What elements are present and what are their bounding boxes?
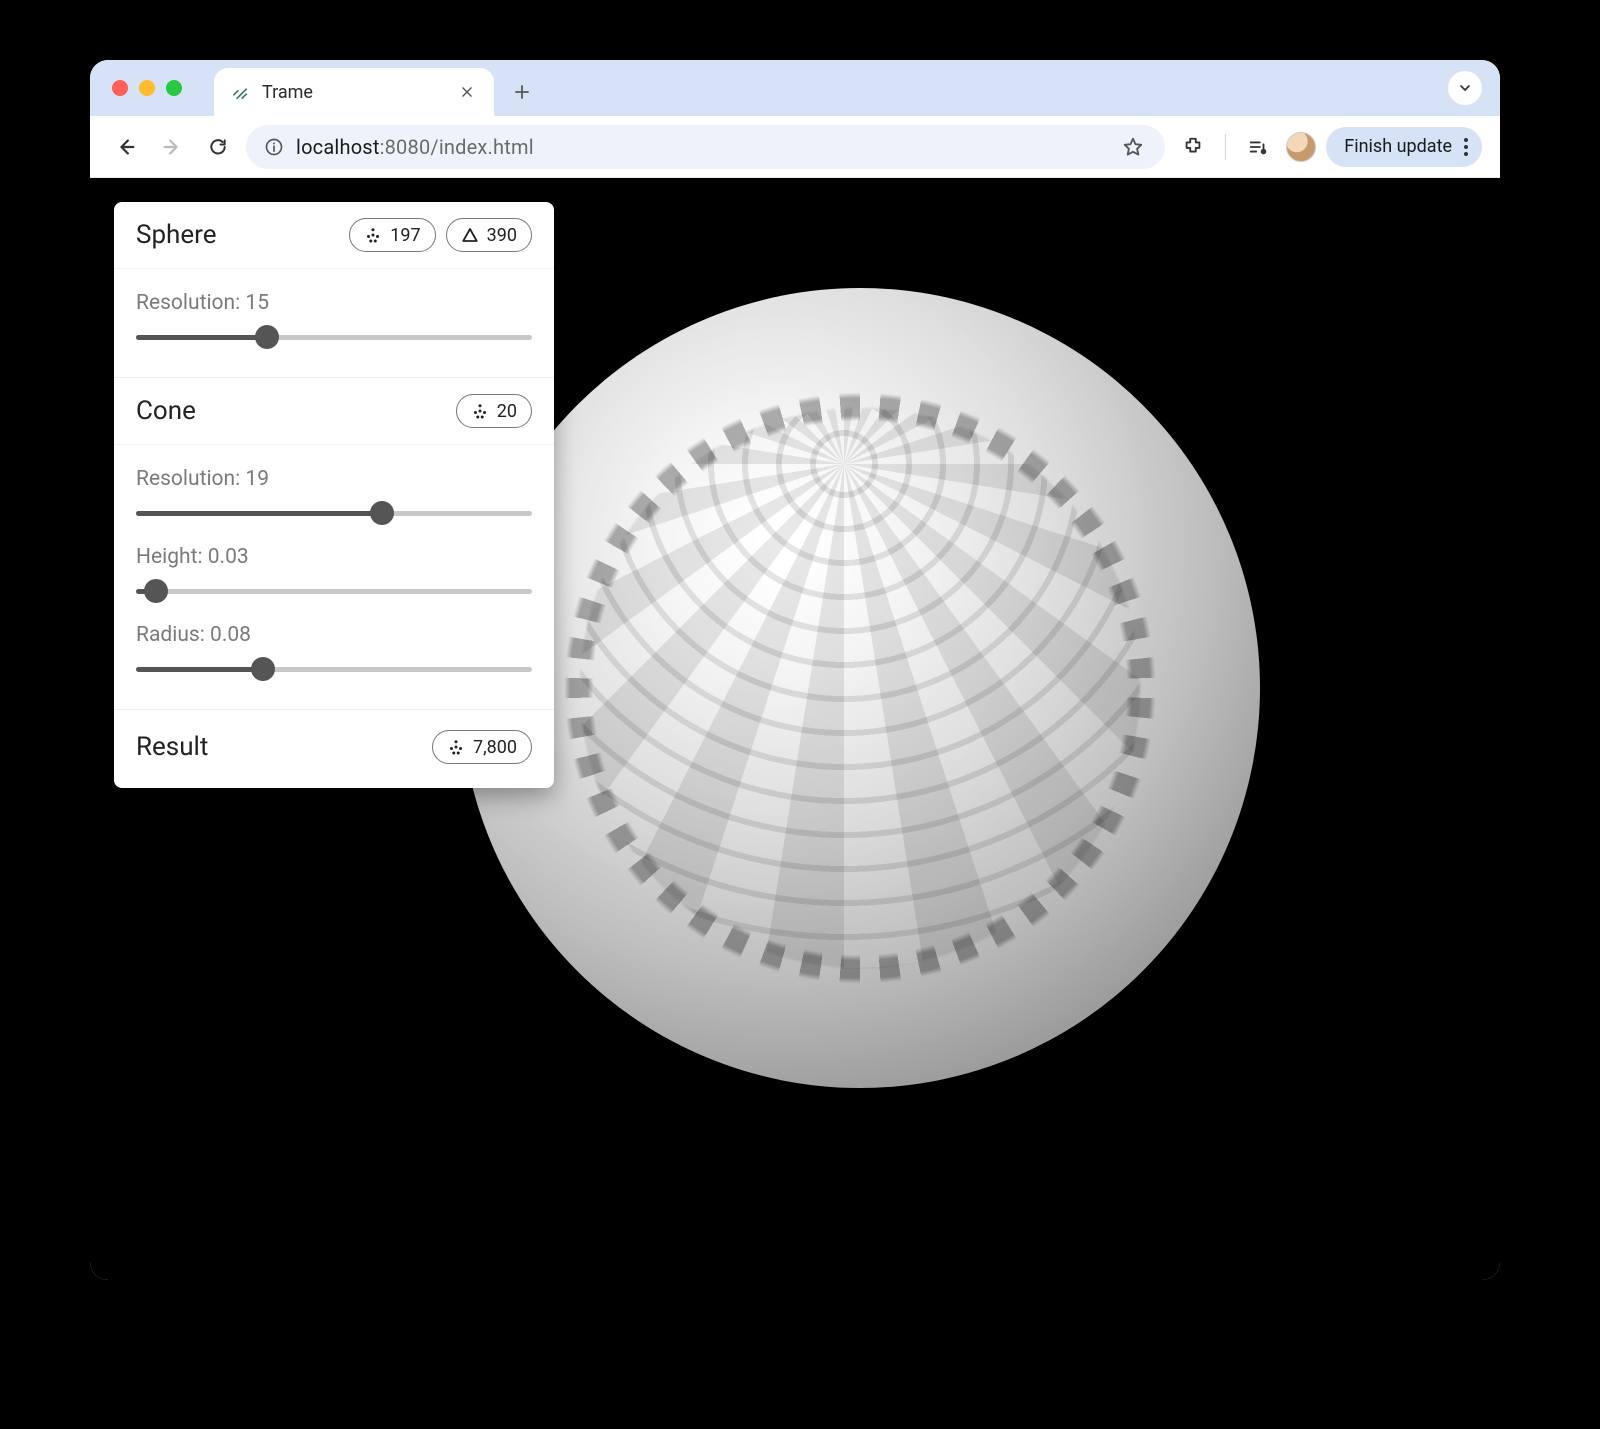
nav-forward-button[interactable] xyxy=(154,129,190,165)
section-cone-title: Cone xyxy=(136,396,196,426)
section-sphere: Sphere 197 390 xyxy=(114,202,554,377)
cone-resolution-slider-block: Resolution: 19 xyxy=(136,453,532,531)
window-minimize-button[interactable] xyxy=(139,80,155,96)
tab-list-button[interactable] xyxy=(1448,71,1482,105)
points-icon xyxy=(364,226,382,244)
result-points-chip: 7,800 xyxy=(432,730,532,764)
extensions-icon[interactable] xyxy=(1175,129,1211,165)
sphere-resolution-label: Resolution: xyxy=(136,291,245,315)
toolbar-divider xyxy=(1225,134,1226,160)
cone-radius-slider-block: Radius: 0.08 xyxy=(136,609,532,687)
cone-points-value: 20 xyxy=(497,401,517,422)
new-tab-button[interactable] xyxy=(504,74,540,110)
control-panel: Sphere 197 390 xyxy=(114,202,554,788)
section-sphere-header: Sphere 197 390 xyxy=(114,202,554,268)
finish-update-label: Finish update xyxy=(1344,136,1452,157)
cone-radius-value: 0.08 xyxy=(210,623,251,647)
traffic-lights xyxy=(112,80,182,96)
nav-back-button[interactable] xyxy=(108,129,144,165)
section-result: Result 7,800 xyxy=(114,709,554,788)
sphere-triangles-value: 390 xyxy=(487,225,517,246)
sphere-points-chip: 197 xyxy=(349,218,435,252)
sphere-points-value: 197 xyxy=(390,225,420,246)
window-zoom-button[interactable] xyxy=(166,80,182,96)
site-info-icon[interactable] xyxy=(264,137,284,157)
sphere-triangles-chip: 390 xyxy=(446,218,532,252)
page-viewport: Sphere 197 390 xyxy=(90,178,1500,1280)
points-icon xyxy=(447,738,465,756)
nav-reload-button[interactable] xyxy=(200,129,236,165)
result-points-value: 7,800 xyxy=(473,737,517,758)
triangles-icon xyxy=(461,226,479,244)
browser-window: Trame xyxy=(90,60,1500,1280)
cone-resolution-slider[interactable] xyxy=(136,501,532,525)
cone-radius-label: Radius: xyxy=(136,623,210,647)
cone-radius-slider[interactable] xyxy=(136,657,532,681)
more-menu-icon[interactable] xyxy=(1460,138,1472,156)
window-close-button[interactable] xyxy=(112,80,128,96)
cone-height-slider-block: Height: 0.03 xyxy=(136,531,532,609)
sphere-resolution-value: 15 xyxy=(245,291,269,315)
address-bar: localhost:8080/index.html xyxy=(90,116,1500,178)
cone-resolution-label: Resolution: xyxy=(136,467,245,491)
favicon-icon xyxy=(230,82,250,102)
bookmark-star-icon[interactable] xyxy=(1119,133,1147,161)
browser-tab[interactable]: Trame xyxy=(214,68,494,116)
points-icon xyxy=(471,402,489,420)
section-cone-header: Cone 20 xyxy=(114,378,554,444)
finish-update-button[interactable]: Finish update xyxy=(1326,127,1482,167)
url-input[interactable]: localhost:8080/index.html xyxy=(246,125,1165,169)
section-cone: Cone 20 Resolution: 19 xyxy=(114,377,554,709)
profile-avatar[interactable] xyxy=(1286,132,1316,162)
tab-close-button[interactable] xyxy=(456,81,478,103)
media-control-icon[interactable] xyxy=(1240,129,1276,165)
section-result-title: Result xyxy=(136,732,208,762)
url-text: localhost:8080/index.html xyxy=(296,135,534,159)
toolbar-right: Finish update xyxy=(1175,127,1482,167)
cone-points-chip: 20 xyxy=(456,394,532,428)
cone-resolution-value: 19 xyxy=(245,467,269,491)
section-sphere-title: Sphere xyxy=(136,220,217,250)
tab-strip: Trame xyxy=(90,60,1500,116)
sphere-resolution-slider[interactable] xyxy=(136,325,532,349)
sphere-resolution-slider-block: Resolution: 15 xyxy=(136,277,532,355)
cone-height-slider[interactable] xyxy=(136,579,532,603)
tab-title: Trame xyxy=(262,82,444,103)
3d-render-view[interactable] xyxy=(460,288,1260,1088)
cone-height-label: Height: xyxy=(136,545,208,569)
cone-height-value: 0.03 xyxy=(208,545,249,569)
